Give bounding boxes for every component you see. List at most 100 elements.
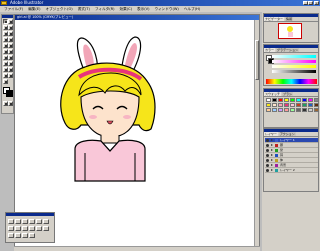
scrollbar-thumb[interactable] [255, 40, 259, 80]
scale-tool[interactable] [8, 43, 13, 48]
rectangle-tool[interactable] [8, 31, 13, 36]
type-tool[interactable] [8, 25, 13, 30]
eye-icon[interactable] [266, 139, 269, 142]
pathfinder-exclude-button[interactable] [29, 233, 35, 238]
expand-arrow-icon[interactable] [271, 159, 273, 161]
color-swatch[interactable] [284, 108, 289, 112]
color-swatch[interactable] [284, 98, 289, 102]
eye-icon[interactable] [266, 169, 269, 172]
magenta-slider[interactable] [272, 60, 316, 63]
color-swatch[interactable] [296, 98, 301, 102]
cyan-slider[interactable] [272, 55, 316, 58]
maximize-button[interactable]: □ [308, 1, 313, 5]
toolbox [1, 14, 14, 114]
eye-icon[interactable] [266, 149, 269, 152]
expand-arrow-icon[interactable] [271, 169, 273, 171]
color-swatch[interactable] [308, 108, 313, 112]
black-slider[interactable] [272, 70, 316, 73]
color-swatch[interactable] [266, 98, 271, 102]
align-right-button[interactable] [22, 219, 28, 224]
color-swatch[interactable] [314, 103, 319, 107]
direct-selection-tool[interactable] [8, 19, 13, 24]
pathfinder-intersect-button[interactable] [22, 233, 28, 238]
gradient-tool[interactable] [8, 61, 13, 66]
distribute-left-button[interactable] [8, 226, 14, 231]
color-swatch[interactable] [296, 108, 301, 112]
color-swatch[interactable] [290, 108, 295, 112]
floating-panel-header[interactable] [6, 213, 54, 216]
tab-navigator[interactable]: ナビゲーター [264, 17, 285, 21]
color-swatch[interactable] [314, 108, 319, 112]
align-middle-button[interactable] [36, 219, 42, 224]
eye-icon[interactable] [266, 154, 269, 157]
free-transform-tool[interactable] [8, 49, 13, 54]
expand-arrow-icon[interactable] [271, 164, 273, 166]
distribute-top-button[interactable] [29, 226, 35, 231]
distribute-center-button[interactable] [15, 226, 21, 231]
zoom-tool[interactable] [3, 79, 8, 84]
color-swatch[interactable] [296, 103, 301, 107]
layer-row[interactable]: レイヤー 2 [265, 168, 318, 173]
stroke-color-swatch[interactable] [6, 90, 13, 97]
navigator-thumbnail[interactable] [278, 23, 302, 39]
pathfinder-unite-button[interactable] [8, 233, 14, 238]
illustrator-icon [1, 1, 7, 5]
hand-tool[interactable] [8, 73, 13, 78]
tab-swatches[interactable]: スウォッチ [264, 92, 282, 96]
layer-color-icon [275, 164, 278, 167]
eye-icon[interactable] [266, 164, 269, 167]
color-swatch[interactable] [266, 103, 271, 107]
layer-color-icon [275, 169, 278, 172]
vertical-scrollbar[interactable] [254, 20, 259, 250]
color-swatch[interactable] [278, 98, 283, 102]
color-swatch[interactable] [278, 108, 283, 112]
expand-arrow-icon[interactable] [271, 154, 273, 156]
color-swatch[interactable] [290, 98, 295, 102]
color-swatch[interactable] [272, 103, 277, 107]
color-swatch[interactable] [308, 103, 313, 107]
graph-tool[interactable] [8, 55, 13, 60]
eye-icon[interactable] [266, 144, 269, 147]
distribute-middle-button[interactable] [36, 226, 42, 231]
color-swatch[interactable] [290, 103, 295, 107]
color-spectrum-bar[interactable] [266, 79, 317, 84]
distribute-right-button[interactable] [22, 226, 28, 231]
align-center-button[interactable] [15, 219, 21, 224]
tab-actions[interactable]: アクション [278, 132, 296, 136]
distribute-bottom-button[interactable] [43, 226, 49, 231]
tab-info[interactable]: 情報 [285, 17, 294, 21]
align-bottom-button[interactable] [43, 219, 49, 224]
color-swatch[interactable] [278, 103, 283, 107]
close-button[interactable]: × [314, 1, 319, 5]
face [78, 72, 142, 138]
color-swatch[interactable] [302, 98, 307, 102]
align-left-button[interactable] [8, 219, 14, 224]
expand-arrow-icon[interactable] [271, 144, 273, 146]
color-swatch[interactable] [266, 108, 271, 112]
artwork-canvas[interactable] [55, 33, 170, 183]
expand-arrow-icon[interactable] [271, 149, 273, 151]
color-swatch[interactable] [314, 98, 319, 102]
expand-arrow-icon[interactable] [271, 139, 273, 141]
document-title-bar[interactable]: girl.ai @ 100% (CMYK/プレビュー) [15, 15, 259, 20]
tab-layers[interactable]: レイヤー [264, 132, 278, 136]
color-swatch[interactable] [302, 108, 307, 112]
pathfinder-minus-button[interactable] [15, 233, 21, 238]
blend-tool[interactable] [8, 67, 13, 72]
layer-color-icon [275, 144, 278, 147]
toolbox-header[interactable] [2, 15, 13, 18]
color-swatch[interactable] [272, 98, 277, 102]
color-swatch[interactable] [302, 103, 307, 107]
fullscreen-mode-button[interactable] [8, 101, 13, 106]
color-swatch[interactable] [272, 108, 277, 112]
color-swatch[interactable] [284, 103, 289, 107]
yellow-slider[interactable] [272, 65, 316, 68]
align-top-button[interactable] [29, 219, 35, 224]
tab-color[interactable]: カラー [264, 48, 276, 52]
tab-gradient[interactable]: グラデーション [276, 48, 299, 52]
status-bar [14, 246, 260, 251]
pencil-tool[interactable] [8, 37, 13, 42]
tab-brushes[interactable]: ブラシ [282, 92, 293, 96]
color-swatch[interactable] [308, 98, 313, 102]
eye-icon[interactable] [266, 159, 269, 162]
